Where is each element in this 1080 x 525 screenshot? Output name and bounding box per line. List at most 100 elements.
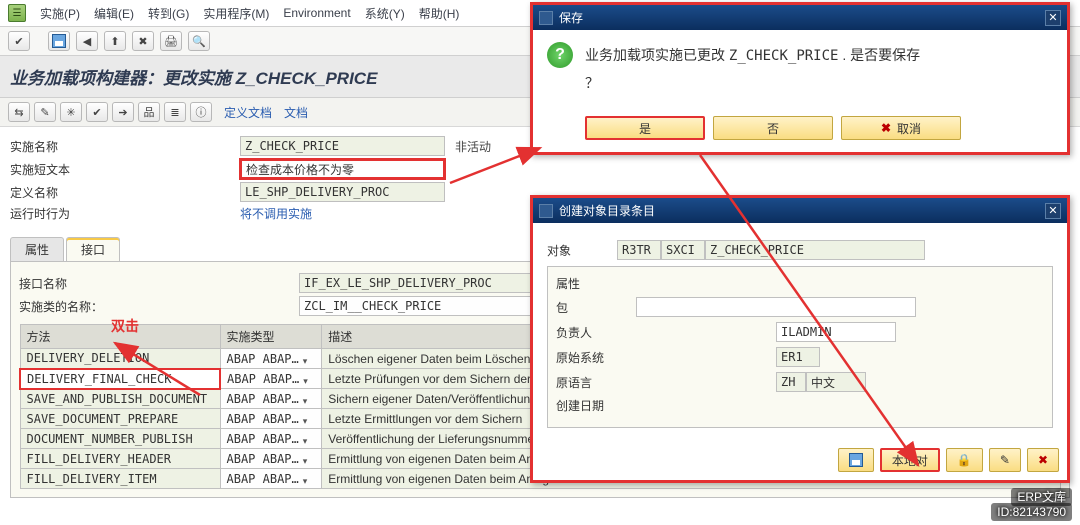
print-icon[interactable]: 🖨 xyxy=(160,31,182,51)
close-icon[interactable]: ✕ xyxy=(1045,203,1061,219)
class-name-field[interactable]: ZCL_IM__CHECK_PRICE xyxy=(299,296,549,316)
menu-env[interactable]: Environment xyxy=(283,6,350,20)
menu-help[interactable]: 帮助(H) xyxy=(419,5,460,22)
hierarchy-icon[interactable]: 品 xyxy=(138,102,160,122)
lock-icon[interactable]: 🔒 xyxy=(946,448,983,472)
save-dialog: 保存 ✕ ? 业务加载项实施已更改 Z_CHECK_PRICE . 是否要保存 … xyxy=(530,2,1070,155)
type-cell[interactable]: ABAP ABAP… xyxy=(220,389,322,409)
def-doc-link[interactable]: 定义文档 xyxy=(224,104,272,121)
menu-sys[interactable]: 系统(Y) xyxy=(365,5,405,22)
object-v3: Z_CHECK_PRICE xyxy=(705,240,925,260)
check-icon[interactable]: ✔ xyxy=(86,102,108,122)
method-cell[interactable]: FILL_DELIVERY_ITEM xyxy=(20,469,220,489)
obj-dialog-title: 创建对象目录条目 ✕ xyxy=(533,198,1067,223)
save-title-text: 保存 xyxy=(559,9,583,26)
save-icon[interactable] xyxy=(48,31,70,51)
save-local-button[interactable] xyxy=(838,448,874,472)
create-object-dialog: 创建对象目录条目 ✕ 对象 R3TR SXCI Z_CHECK_PRICE 属性… xyxy=(530,195,1070,483)
lang-label: 原语言 xyxy=(556,374,636,391)
chevron-down-icon[interactable] xyxy=(303,453,315,465)
menu-impl[interactable]: 实施(P) xyxy=(40,5,80,22)
short-text-label: 实施短文本 xyxy=(10,161,240,178)
method-cell[interactable]: SAVE_DOCUMENT_PREPARE xyxy=(20,409,220,429)
impl-status: 非活动 xyxy=(455,138,491,155)
type-cell[interactable]: ABAP ABAP… xyxy=(220,349,322,369)
yes-button[interactable]: 是 xyxy=(585,116,705,140)
iface-name-label: 接口名称 xyxy=(19,275,299,292)
def-name-field[interactable]: LE_SHP_DELIVERY_PROC xyxy=(240,182,445,202)
class-name-label: 实施类的名称： xyxy=(19,298,299,315)
save-message: 业务加载项实施已更改 Z_CHECK_PRICE . 是否要保存 ？ xyxy=(585,42,920,96)
col-type[interactable]: 实施类型 xyxy=(220,325,322,349)
runtime-label: 运行时行为 xyxy=(10,205,240,222)
orig-label: 原始系统 xyxy=(556,349,636,366)
chevron-down-icon[interactable] xyxy=(303,413,315,425)
method-cell[interactable]: FILL_DELIVERY_HEADER xyxy=(20,449,220,469)
orig-field: ER1 xyxy=(776,347,820,367)
object-v2: SXCI xyxy=(661,240,705,260)
menu-edit[interactable]: 编辑(E) xyxy=(94,5,134,22)
dblclick-hint: 双击 xyxy=(111,316,139,336)
iface-name-field[interactable]: IF_EX_LE_SHP_DELIVERY_PROC xyxy=(299,273,549,293)
object-v1: R3TR xyxy=(617,240,661,260)
no-button[interactable]: 否 xyxy=(713,116,833,140)
short-text-field[interactable]: 检查成本价格不为零 xyxy=(240,159,445,179)
chevron-down-icon[interactable] xyxy=(303,353,315,365)
menu-goto[interactable]: 转到(G) xyxy=(148,5,189,22)
display-toggle-icon[interactable]: ⇆ xyxy=(8,102,30,122)
impl-name-label: 实施名称 xyxy=(10,138,240,155)
doc-link[interactable]: 文档 xyxy=(284,104,308,121)
menu-util[interactable]: 实用程序(M) xyxy=(203,5,269,22)
cancel-icon[interactable]: ✖ xyxy=(132,31,154,51)
info-icon[interactable]: ⓘ xyxy=(190,102,212,122)
cdate-label: 创建日期 xyxy=(556,397,636,414)
dlg-icon xyxy=(539,11,553,25)
pkg-label: 包 xyxy=(556,299,636,316)
activate-icon[interactable]: ✳ xyxy=(60,102,82,122)
object-label: 对象 xyxy=(547,242,617,259)
tab-attributes[interactable]: 属性 xyxy=(10,237,64,261)
question-icon: ? xyxy=(547,42,573,68)
local-object-button[interactable]: 本地对 xyxy=(880,448,940,472)
ok-icon[interactable]: ✔ xyxy=(8,31,30,51)
other-icon[interactable]: ✎ xyxy=(34,102,56,122)
runtime-link[interactable]: 将不调用实施 xyxy=(240,205,312,222)
save-dialog-title: 保存 ✕ xyxy=(533,5,1067,30)
method-cell[interactable]: SAVE_AND_PUBLISH_DOCUMENT xyxy=(20,389,220,409)
cancel-icon[interactable]: ✖ xyxy=(1027,448,1059,472)
lang-name-field: 中文 xyxy=(806,372,866,392)
back-icon[interactable]: ◀ xyxy=(76,31,98,51)
def-name-label: 定义名称 xyxy=(10,184,240,201)
arrow-icon[interactable]: ➔ xyxy=(112,102,134,122)
attr-group-label: 属性 xyxy=(556,275,1044,292)
close-icon[interactable]: ✕ xyxy=(1045,10,1061,26)
type-cell[interactable]: ABAP ABAP… xyxy=(220,369,322,389)
type-cell[interactable]: ABAP ABAP… xyxy=(220,449,322,469)
chevron-down-icon[interactable] xyxy=(303,373,315,385)
obj-title-text: 创建对象目录条目 xyxy=(559,202,655,219)
disk-icon xyxy=(849,453,863,467)
find-icon[interactable]: 🔍 xyxy=(188,31,210,51)
pkg-field[interactable] xyxy=(636,297,916,317)
type-cell[interactable]: ABAP ABAP… xyxy=(220,409,322,429)
exit-icon[interactable]: ⬆ xyxy=(104,31,126,51)
chevron-down-icon[interactable] xyxy=(303,393,315,405)
edit-icon[interactable]: ✎ xyxy=(989,448,1021,472)
impl-name-field[interactable]: Z_CHECK_PRICE xyxy=(240,136,445,156)
cancel-button[interactable]: ✖取消 xyxy=(841,116,961,140)
type-cell[interactable]: ABAP ABAP… xyxy=(220,469,322,489)
chevron-down-icon[interactable] xyxy=(303,473,315,485)
owner-label: 负责人 xyxy=(556,324,636,341)
owner-field[interactable]: ILADMIN xyxy=(776,322,896,342)
type-cell[interactable]: ABAP ABAP… xyxy=(220,429,322,449)
obj-form: 对象 R3TR SXCI Z_CHECK_PRICE 属性 包 负责人 ILAD… xyxy=(533,223,1067,440)
method-cell[interactable]: DELIVERY_DELETION xyxy=(20,349,220,369)
tab-interface[interactable]: 接口 xyxy=(66,237,120,261)
lang-code-field: ZH xyxy=(776,372,806,392)
session-icon[interactable]: ☰ xyxy=(8,4,26,22)
method-cell[interactable]: DOCUMENT_NUMBER_PUBLISH xyxy=(20,429,220,449)
method-cell[interactable]: DELIVERY_FINAL_CHECK xyxy=(20,369,220,389)
dlg-icon xyxy=(539,204,553,218)
chevron-down-icon[interactable] xyxy=(303,433,315,445)
list-icon[interactable]: ≣ xyxy=(164,102,186,122)
